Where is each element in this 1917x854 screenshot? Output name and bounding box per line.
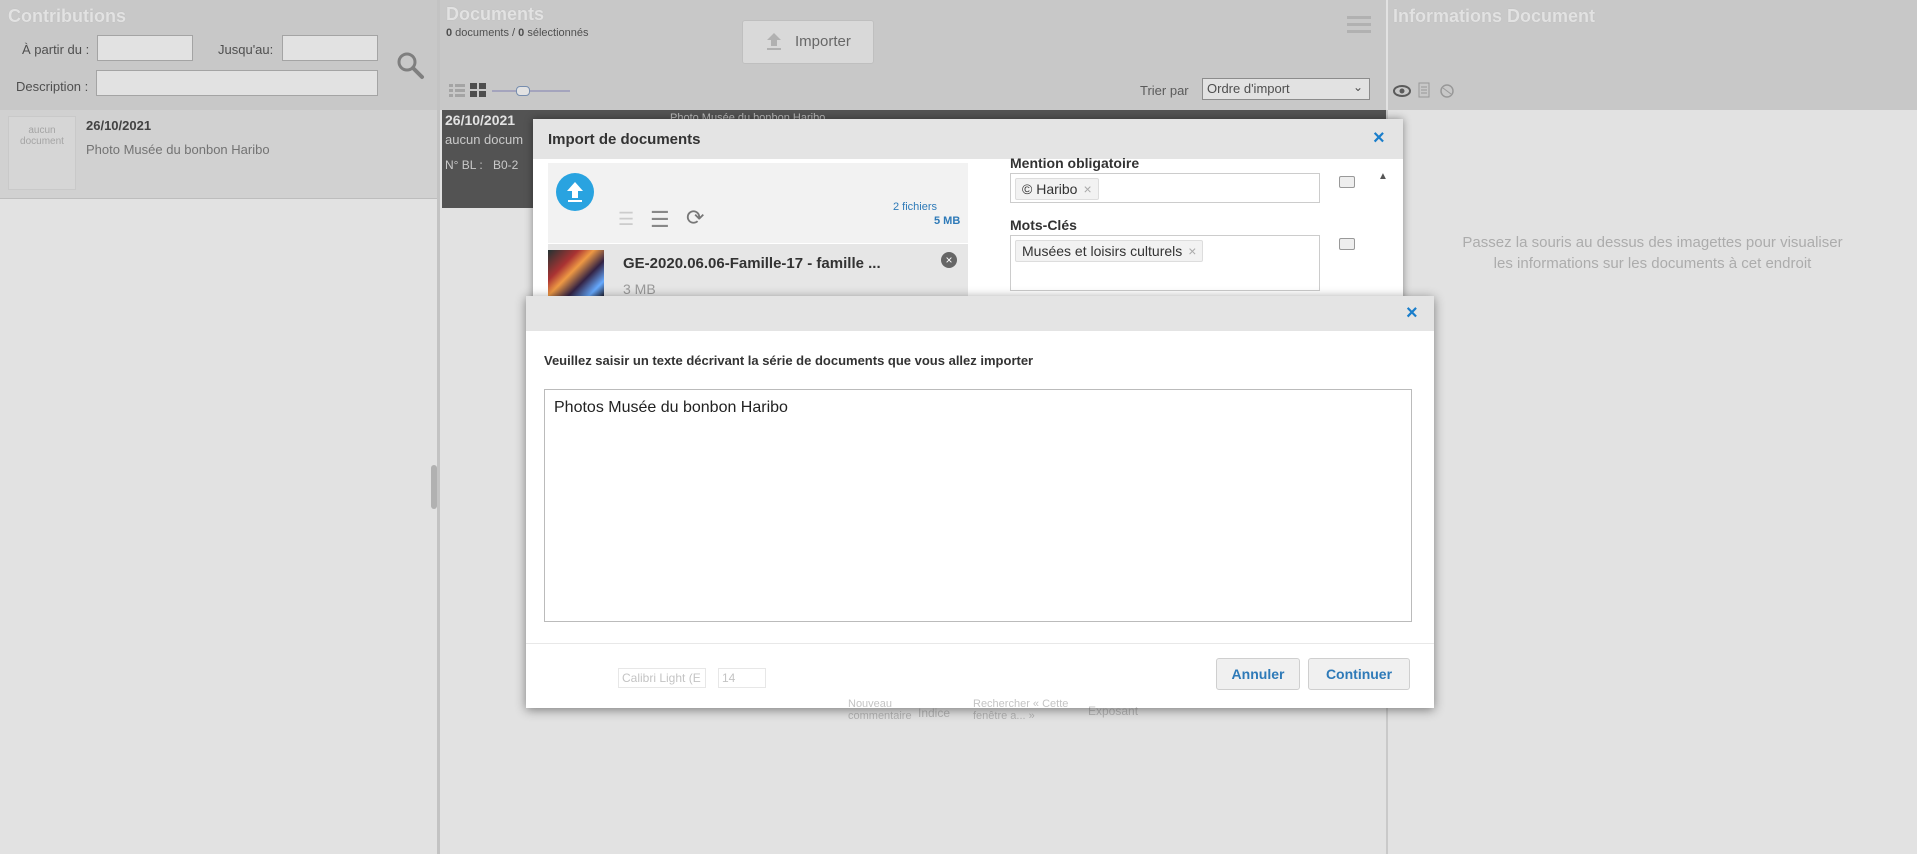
dialog-footer-divider <box>526 643 1434 644</box>
mention-tag: © Haribo × <box>1015 178 1099 200</box>
remove-tag-icon[interactable]: × <box>1083 181 1091 197</box>
upload-icon[interactable] <box>556 173 594 211</box>
ghost-toolbar: Calibri Light (E 14 Indice Nouveau comme… <box>618 656 1218 736</box>
remove-tag-icon[interactable]: × <box>1188 243 1196 259</box>
close-icon[interactable]: × <box>1406 302 1418 325</box>
description-prompt: Veuillez saisir un texte décrivant la sé… <box>544 353 1034 368</box>
description-dialog: × Veuillez saisir un texte décrivant la … <box>526 296 1434 722</box>
description-textarea-value: Photos Musée du bonbon Haribo <box>554 399 788 416</box>
ghost-font-select: Calibri Light (E <box>618 668 706 688</box>
file-size: 3 MB <box>623 281 656 297</box>
remove-file-icon[interactable]: × <box>941 252 957 268</box>
list-icon[interactable]: ☰ <box>650 207 670 233</box>
description-textarea[interactable]: Photos Musée du bonbon Haribo <box>544 389 1412 622</box>
mention-tag-text: © Haribo <box>1022 181 1078 197</box>
keyword-tag: Musées et loisirs culturels × <box>1015 240 1204 262</box>
mention-book-icon[interactable] <box>1339 176 1355 188</box>
cancel-button[interactable]: Annuler <box>1216 658 1300 690</box>
close-icon[interactable]: × <box>1373 127 1385 150</box>
import-dialog-title: Import de documents <box>548 131 701 148</box>
keywords-label: Mots-Clés <box>1010 217 1077 233</box>
keywords-book-icon[interactable] <box>1339 238 1355 250</box>
refresh-icon[interactable]: ⟳ <box>686 205 704 231</box>
continue-button[interactable]: Continuer <box>1308 658 1410 690</box>
checklist-icon[interactable]: ☰ <box>618 209 634 230</box>
file-name: GE-2020.06.06-Famille-17 - famille ... <box>623 255 881 272</box>
scroll-up-icon[interactable]: ▲ <box>1378 171 1388 182</box>
keyword-tag-text: Musées et loisirs culturels <box>1022 243 1183 259</box>
files-size: 5 MB <box>934 215 961 227</box>
file-list-toolbar: ☰ ☰ ⟳ 2 fichiers 5 MB <box>548 163 968 243</box>
ghost-indice: Indice <box>918 706 951 720</box>
description-dialog-header: × <box>526 296 1434 331</box>
file-thumbnail <box>548 250 604 296</box>
ghost-exposant: Exposant <box>1088 704 1139 718</box>
ghost-size-select: 14 <box>718 668 766 688</box>
mention-label: Mention obligatoire <box>1010 155 1140 171</box>
ghost-new-comment: Nouveau commentaire <box>848 698 912 722</box>
files-count: 2 fichiers <box>893 201 938 213</box>
import-dialog-header: Import de documents × <box>533 119 1403 159</box>
import-dialog: Import de documents × ☰ ☰ ⟳ 2 fichiers 5… <box>533 119 1403 309</box>
keywords-field[interactable]: Musées et loisirs culturels × <box>1010 235 1320 291</box>
ghost-search: Rechercher « Cette fenêtre a... » <box>973 698 1069 722</box>
mention-field[interactable]: © Haribo × <box>1010 173 1320 203</box>
